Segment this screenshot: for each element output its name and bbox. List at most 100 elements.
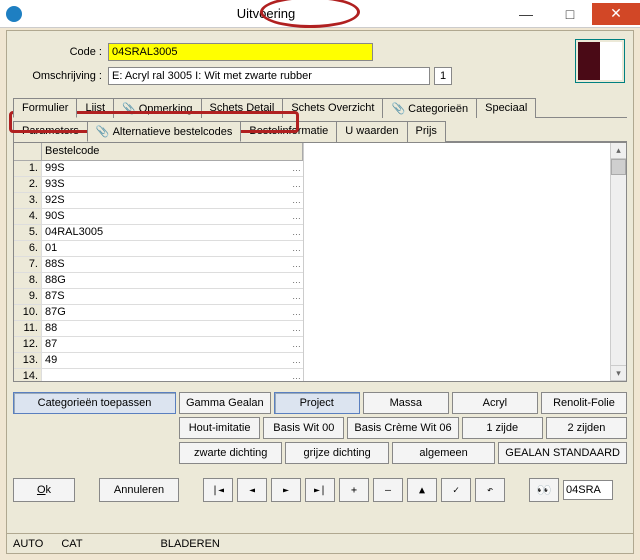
btn-1-zijde[interactable]: 1 zijde [462, 417, 543, 439]
window-body: Code : Omschrijving : Formulier Lijst 📎O… [6, 30, 634, 554]
bestelcode-cell[interactable]: 88G [42, 273, 303, 288]
bestelcode-cell[interactable]: 49 [42, 353, 303, 368]
code-input[interactable] [108, 43, 373, 61]
btn-basis-creme-wit-06[interactable]: Basis Crème Wit 06 [347, 417, 458, 439]
vertical-scrollbar[interactable]: ▴ ▾ [610, 143, 626, 381]
bestelcode-cell[interactable]: 87S [42, 289, 303, 304]
paperclip-icon: 📎 [391, 103, 405, 115]
scroll-up-icon[interactable]: ▴ [611, 143, 626, 159]
window-title: Uitvoering [28, 6, 504, 21]
btn-gealan-standaard[interactable]: GEALAN STANDAARD [498, 442, 627, 464]
table-row[interactable]: 8.88G [14, 273, 303, 289]
row-number: 1. [14, 161, 42, 176]
btn-categorieen-toepassen[interactable]: Categorieën toepassen [13, 392, 176, 414]
table-row[interactable]: 4.90S [14, 209, 303, 225]
row-number: 4. [14, 209, 42, 224]
nav-last[interactable]: ►| [305, 478, 335, 502]
row-number: 9. [14, 289, 42, 304]
tab-opmerking[interactable]: 📎Opmerking [113, 98, 202, 118]
row-number: 3. [14, 193, 42, 208]
subtab-alternatieve-bestelcodes[interactable]: 📎Alternatieve bestelcodes [87, 121, 242, 142]
detail-pane: ▴ ▾ [304, 143, 626, 381]
bestelcode-cell[interactable] [42, 369, 303, 381]
minimize-button[interactable]: — [504, 3, 548, 25]
nav-up[interactable]: ▲ [407, 478, 437, 502]
subtab-bestelinformatie[interactable]: Bestelinformatie [240, 121, 337, 142]
status-auto: AUTO [13, 538, 43, 550]
row-number: 14. [14, 369, 42, 381]
status-bladeren: BLADEREN [161, 538, 220, 550]
btn-project[interactable]: Project [274, 392, 360, 414]
bestelcode-cell[interactable]: 93S [42, 177, 303, 192]
nav-prev[interactable]: ◄ [237, 478, 267, 502]
copies-input[interactable] [434, 67, 452, 85]
scroll-thumb[interactable] [611, 159, 626, 175]
table-row[interactable]: 2.93S [14, 177, 303, 193]
btn-basis-wit-00[interactable]: Basis Wit 00 [263, 417, 344, 439]
bestelcode-cell[interactable]: 92S [42, 193, 303, 208]
btn-gamma-gealan[interactable]: Gamma Gealan [179, 392, 271, 414]
table-row[interactable]: 11.88 [14, 321, 303, 337]
subtab-u-waarden[interactable]: U waarden [336, 121, 407, 142]
grid-area: Bestelcode 1.99S2.93S3.92S4.90S5.04RAL30… [13, 142, 627, 382]
description-input[interactable] [108, 67, 430, 85]
bestelcode-cell[interactable]: 88 [42, 321, 303, 336]
cancel-button[interactable]: Annuleren [99, 478, 179, 502]
table-row[interactable]: 3.92S [14, 193, 303, 209]
title-bar: Uitvoering — □ ✕ [0, 0, 640, 28]
bestelcode-cell[interactable]: 90S [42, 209, 303, 224]
subtab-parameters[interactable]: Parameters [13, 121, 88, 142]
status-bar: AUTO CAT BLADEREN [7, 533, 633, 553]
bestelcode-cell[interactable]: 87G [42, 305, 303, 320]
row-number: 6. [14, 241, 42, 256]
find-button[interactable]: 👀 [529, 478, 559, 502]
close-button[interactable]: ✕ [592, 3, 640, 25]
row-number: 5. [14, 225, 42, 240]
tab-schets-overzicht[interactable]: Schets Overzicht [282, 98, 383, 118]
table-row[interactable]: 6.01 [14, 241, 303, 257]
tab-lijst[interactable]: Lijst [76, 98, 114, 118]
bestelcode-grid[interactable]: Bestelcode 1.99S2.93S3.92S4.90S5.04RAL30… [14, 143, 304, 381]
btn-massa[interactable]: Massa [363, 392, 449, 414]
tab-categorieen[interactable]: 📎Categorieën [382, 98, 477, 118]
btn-acryl[interactable]: Acryl [452, 392, 538, 414]
row-number: 12. [14, 337, 42, 352]
app-icon [6, 6, 22, 22]
row-number: 8. [14, 273, 42, 288]
nav-first[interactable]: |◄ [203, 478, 233, 502]
btn-hout-imitatie[interactable]: Hout-imitatie [179, 417, 260, 439]
ok-button[interactable]: Ok [13, 478, 75, 502]
scroll-down-icon[interactable]: ▾ [611, 365, 626, 381]
bestelcode-cell[interactable]: 99S [42, 161, 303, 176]
table-row[interactable]: 5.04RAL3005 [14, 225, 303, 241]
table-row[interactable]: 10.87G [14, 305, 303, 321]
btn-algemeen[interactable]: algemeen [392, 442, 495, 464]
nav-confirm[interactable]: ✓ [441, 478, 471, 502]
main-tabs: Formulier Lijst 📎Opmerking Schets Detail… [13, 97, 627, 118]
table-row[interactable]: 9.87S [14, 289, 303, 305]
btn-zwarte-dichting[interactable]: zwarte dichting [179, 442, 282, 464]
bestelcode-cell[interactable]: 88S [42, 257, 303, 272]
table-row[interactable]: 1.99S [14, 161, 303, 177]
nav-remove[interactable]: — [373, 478, 403, 502]
bestelcode-cell[interactable]: 87 [42, 337, 303, 352]
subtab-prijs[interactable]: Prijs [407, 121, 446, 142]
row-number: 10. [14, 305, 42, 320]
btn-renolit-folie[interactable]: Renolit-Folie [541, 392, 627, 414]
tab-speciaal[interactable]: Speciaal [476, 98, 536, 118]
table-row[interactable]: 12.87 [14, 337, 303, 353]
maximize-button[interactable]: □ [548, 3, 592, 25]
bestelcode-cell[interactable]: 01 [42, 241, 303, 256]
nav-undo[interactable]: ↶ [475, 478, 505, 502]
tab-formulier[interactable]: Formulier [13, 98, 77, 118]
bestelcode-cell[interactable]: 04RAL3005 [42, 225, 303, 240]
nav-add[interactable]: + [339, 478, 369, 502]
tab-schets-detail[interactable]: Schets Detail [201, 98, 284, 118]
btn-2-zijden[interactable]: 2 zijden [546, 417, 627, 439]
nav-next[interactable]: ► [271, 478, 301, 502]
btn-grijze-dichting[interactable]: grijze dichting [285, 442, 388, 464]
search-input[interactable] [563, 480, 613, 500]
table-row[interactable]: 13.49 [14, 353, 303, 369]
table-row[interactable]: 7.88S [14, 257, 303, 273]
table-row[interactable]: 14. [14, 369, 303, 381]
